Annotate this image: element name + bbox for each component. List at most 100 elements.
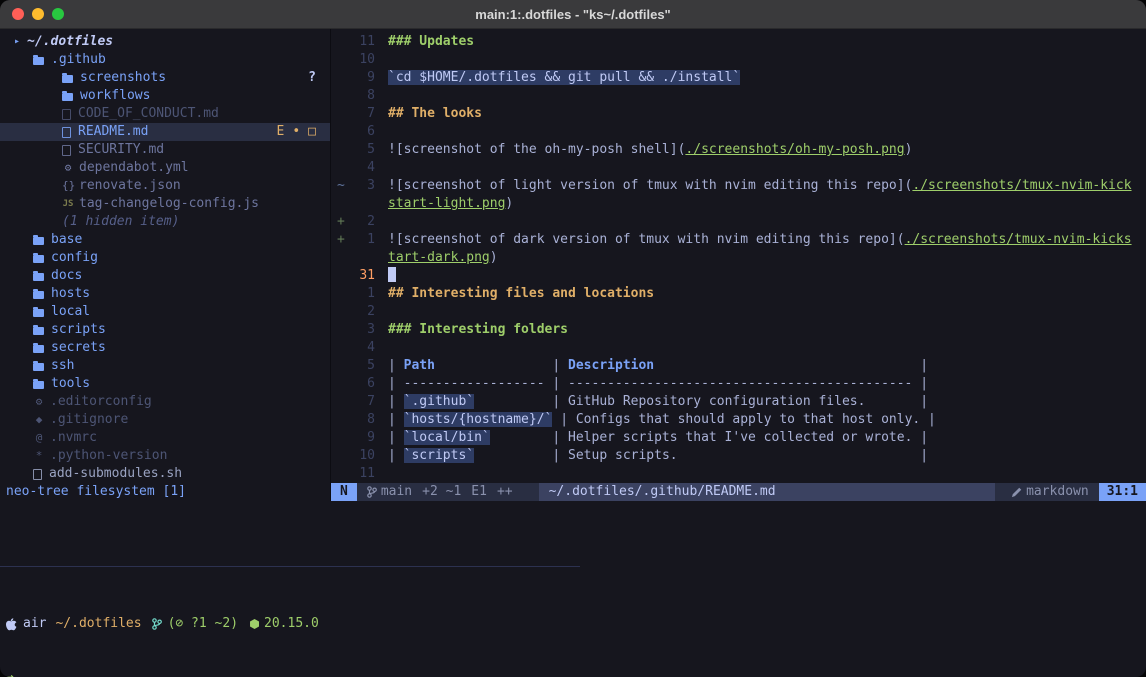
editor-line[interactable]: 4 bbox=[331, 339, 1146, 357]
line-text: | `hosts/{hostname}/` | Configs that sho… bbox=[388, 411, 936, 429]
line-number: 2 bbox=[351, 213, 375, 231]
tree-item[interactable]: {}renovate.json bbox=[0, 177, 330, 195]
editor-line[interactable]: 7| `.github` | GitHub Repository configu… bbox=[331, 393, 1146, 411]
editor-pane: 11### Updates109`cd $HOME/.dotfiles && g… bbox=[331, 29, 1146, 501]
tree-item-label: workflows bbox=[80, 87, 150, 105]
editor-lines[interactable]: 11### Updates109`cd $HOME/.dotfiles && g… bbox=[331, 29, 1146, 483]
gutter-sign bbox=[333, 51, 351, 69]
gutter-sign bbox=[333, 69, 351, 87]
tree-item-label: scripts bbox=[51, 321, 106, 339]
tree-item[interactable]: *.python-version bbox=[0, 447, 330, 465]
editor-line[interactable]: +2 bbox=[331, 213, 1146, 231]
tree-item[interactable]: workflows bbox=[0, 87, 330, 105]
tree-item[interactable]: ◆.gitignore bbox=[0, 411, 330, 429]
editor-line[interactable]: 5![screenshot of the oh-my-posh shell](.… bbox=[331, 141, 1146, 159]
prompt-node-version: 20.15.0 bbox=[264, 615, 319, 633]
editor-line[interactable]: 11 bbox=[331, 465, 1146, 483]
tree-item[interactable]: SECURITY.md bbox=[0, 141, 330, 159]
gutter-sign bbox=[333, 303, 351, 321]
editor-line[interactable]: ~3![screenshot of light version of tmux … bbox=[331, 177, 1146, 195]
node-icon bbox=[250, 619, 259, 629]
editor-line[interactable]: tart-dark.png) bbox=[331, 249, 1146, 267]
tree-item[interactable]: scripts bbox=[0, 321, 330, 339]
folder-icon bbox=[62, 75, 73, 83]
tree-item-label: .editorconfig bbox=[50, 393, 152, 411]
tree-root-label: ~/.dotfiles bbox=[27, 33, 113, 51]
editor-line[interactable]: 9| `local/bin` | Helper scripts that I'v… bbox=[331, 429, 1146, 447]
tree-item-label: CODE_OF_CONDUCT.md bbox=[78, 105, 219, 123]
tree-item[interactable]: hosts bbox=[0, 285, 330, 303]
gutter-sign bbox=[333, 411, 351, 429]
editor-line[interactable]: 7## The looks bbox=[331, 105, 1146, 123]
close-button[interactable] bbox=[12, 8, 24, 20]
editor-line[interactable]: 10 bbox=[331, 51, 1146, 69]
editor-line[interactable]: 2 bbox=[331, 303, 1146, 321]
editor-line[interactable]: 9`cd $HOME/.dotfiles && git pull && ./in… bbox=[331, 69, 1146, 87]
tree-item[interactable]: local bbox=[0, 303, 330, 321]
editor-line[interactable]: 11### Updates bbox=[331, 33, 1146, 51]
shell-prompt: air ~/.dotfiles (⊘ ?1 ~2) 20.15.0 bbox=[0, 615, 1146, 633]
tree-item[interactable]: ⚙dependabot.yml bbox=[0, 159, 330, 177]
tree-item-label: .gitignore bbox=[50, 411, 128, 429]
diff-segment: +2 ~1 bbox=[422, 483, 461, 501]
tree-item-label: tools bbox=[51, 375, 90, 393]
line-text: ![screenshot of dark version of tmux wit… bbox=[388, 231, 1132, 249]
tree-item[interactable]: CODE_OF_CONDUCT.md bbox=[0, 105, 330, 123]
zoom-button[interactable] bbox=[52, 8, 64, 20]
editor-line[interactable]: 1## Interesting files and locations bbox=[331, 285, 1146, 303]
extra-segment: ++ bbox=[497, 483, 513, 501]
diagnostics-segment: E1 bbox=[471, 483, 487, 501]
tree-item[interactable]: README.mdE•□ bbox=[0, 123, 330, 141]
titlebar: main:1:.dotfiles - "ks~/.dotfiles" bbox=[0, 0, 1146, 29]
editor-line[interactable]: 10| `scripts` | Setup scripts. | bbox=[331, 447, 1146, 465]
editor-line[interactable]: 6| ------------------ | ----------------… bbox=[331, 375, 1146, 393]
tree-item[interactable]: .github bbox=[0, 51, 330, 69]
gutter-sign bbox=[333, 285, 351, 303]
tree-item[interactable]: ssh bbox=[0, 357, 330, 375]
minimize-button[interactable] bbox=[32, 8, 44, 20]
tree-item[interactable]: screenshots? bbox=[0, 69, 330, 87]
at-icon: @ bbox=[33, 429, 45, 447]
filetype-label: markdown bbox=[1026, 483, 1089, 501]
tree-item-label: .github bbox=[51, 51, 106, 69]
apple-icon bbox=[6, 618, 17, 631]
tree-item[interactable]: tools bbox=[0, 375, 330, 393]
line-number bbox=[351, 249, 375, 267]
tree-item[interactable]: base bbox=[0, 231, 330, 249]
folder-icon bbox=[62, 93, 73, 101]
tree-root[interactable]: ▸ ~/.dotfiles bbox=[0, 33, 330, 51]
tree-item[interactable]: add-submodules.sh bbox=[0, 465, 330, 483]
tree-item[interactable]: secrets bbox=[0, 339, 330, 357]
braces-icon: {} bbox=[62, 177, 74, 195]
line-number: 5 bbox=[351, 357, 375, 375]
folder-icon bbox=[33, 291, 44, 299]
workspace: ▸ ~/.dotfiles .githubscreenshots?workflo… bbox=[0, 29, 1146, 501]
editor-line[interactable]: 6 bbox=[331, 123, 1146, 141]
tree-item[interactable]: (1 hidden item) bbox=[0, 213, 330, 231]
tree-item[interactable]: JStag-changelog-config.js bbox=[0, 195, 330, 213]
gutter-sign bbox=[333, 249, 351, 267]
tree-item[interactable]: @.nvmrc bbox=[0, 429, 330, 447]
editor-line[interactable]: 4 bbox=[331, 159, 1146, 177]
neo-tree-statusline: neo-tree filesystem [1] bbox=[0, 483, 330, 501]
editor-line[interactable]: start-light.png) bbox=[331, 195, 1146, 213]
gutter-sign bbox=[333, 321, 351, 339]
folder-icon bbox=[33, 255, 44, 263]
line-text: ![screenshot of the oh-my-posh shell](./… bbox=[388, 141, 912, 159]
neo-tree-sidebar: ▸ ~/.dotfiles .githubscreenshots?workflo… bbox=[0, 29, 331, 501]
shell-pane[interactable]: air ~/.dotfiles (⊘ ?1 ~2) 20.15.0 → bbox=[0, 501, 1146, 675]
tree-item[interactable]: docs bbox=[0, 267, 330, 285]
editor-line[interactable]: 31 bbox=[331, 267, 1146, 285]
star-icon: * bbox=[33, 447, 45, 465]
editor-line[interactable]: 8 bbox=[331, 87, 1146, 105]
line-number: 10 bbox=[351, 447, 375, 465]
tree-item[interactable]: ⚙.editorconfig bbox=[0, 393, 330, 411]
line-number: 8 bbox=[351, 87, 375, 105]
editor-line[interactable]: 5| Path | Description | bbox=[331, 357, 1146, 375]
editor-line[interactable]: +1![screenshot of dark version of tmux w… bbox=[331, 231, 1146, 249]
file-tree: ▸ ~/.dotfiles .githubscreenshots?workflo… bbox=[0, 29, 330, 483]
tree-item[interactable]: config bbox=[0, 249, 330, 267]
line-number: 31 bbox=[351, 267, 375, 285]
editor-line[interactable]: 8| `hosts/{hostname}/` | Configs that sh… bbox=[331, 411, 1146, 429]
editor-line[interactable]: 3### Interesting folders bbox=[331, 321, 1146, 339]
